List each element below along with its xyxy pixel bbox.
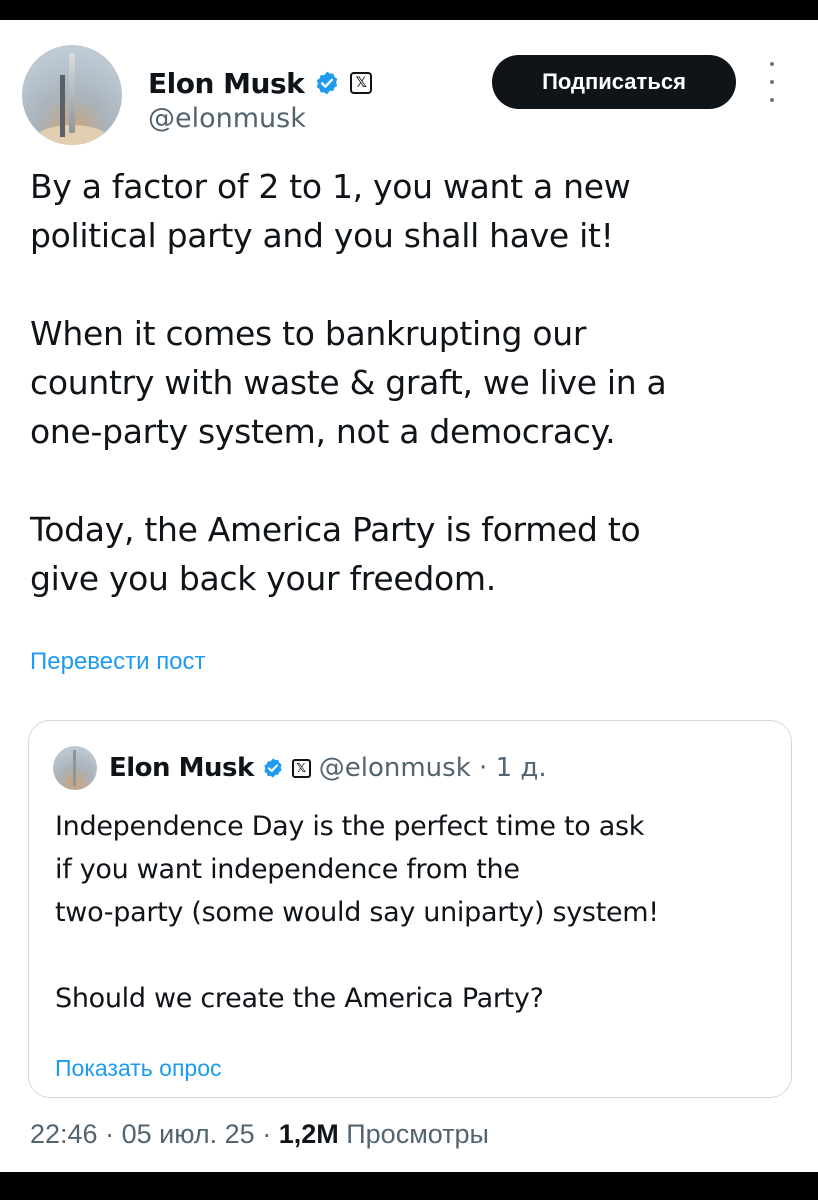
tweet-paragraph: Today, the America Party is formed to gi… xyxy=(30,510,641,598)
meta-separator: · xyxy=(479,753,488,783)
quoted-author-handle: @elonmusk · 1 д. xyxy=(319,753,547,783)
avatar-tower xyxy=(60,75,65,137)
views-count: 1,2M xyxy=(278,1119,339,1149)
quoted-handle-text: @elonmusk xyxy=(318,753,471,783)
translate-post-link[interactable]: Перевести пост xyxy=(30,648,206,676)
quoted-tweet-header: Elon Musk 𝕏 @elonmusk · 1 д. xyxy=(53,746,547,790)
author-name-row: Elon Musk 𝕏 xyxy=(148,65,373,101)
x-affiliate-badge-icon: 𝕏 xyxy=(291,758,311,778)
verified-badge-icon[interactable] xyxy=(314,70,340,96)
author-avatar[interactable] xyxy=(22,45,122,145)
author-name[interactable]: Elon Musk xyxy=(148,67,305,100)
show-poll-link[interactable]: Показать опрос xyxy=(55,1055,222,1082)
quoted-author-avatar[interactable] xyxy=(53,746,97,790)
quoted-tweet[interactable]: Elon Musk 𝕏 @elonmusk · 1 д. Independenc… xyxy=(28,720,792,1098)
quoted-author-name[interactable]: Elon Musk xyxy=(109,753,254,783)
views-label: Просмотры xyxy=(346,1119,489,1149)
more-dot xyxy=(770,62,774,66)
quoted-paragraph: Independence Day is the perfect time to … xyxy=(55,811,659,928)
more-dot xyxy=(770,80,774,84)
quoted-paragraph: Should we create the America Party? xyxy=(55,983,544,1014)
x-affiliate-badge-icon[interactable]: 𝕏 xyxy=(350,72,373,94)
quoted-tweet-text: Independence Day is the perfect time to … xyxy=(55,805,775,1020)
verified-badge-icon xyxy=(264,758,282,778)
quoted-time: 1 д. xyxy=(495,753,547,783)
subscribe-button[interactable]: Подписаться xyxy=(492,55,736,109)
meta-separator: · xyxy=(262,1119,272,1149)
top-bar xyxy=(0,0,818,20)
tweet-meta: 22:46 · 05 июл. 25 · 1,2M Просмотры xyxy=(30,1119,489,1150)
post-date[interactable]: 05 июл. 25 xyxy=(122,1119,255,1149)
post-time[interactable]: 22:46 xyxy=(30,1119,98,1149)
tweet-view: Elon Musk 𝕏 @elonmusk Подписаться By a f… xyxy=(0,20,818,1172)
author-handle[interactable]: @elonmusk xyxy=(148,103,306,134)
tweet-paragraph: When it comes to bankrupting our country… xyxy=(30,314,667,451)
bottom-bar xyxy=(0,1172,818,1200)
avatar-rocket xyxy=(69,53,75,133)
avatar-rocket xyxy=(73,750,76,786)
more-vertical-icon[interactable] xyxy=(766,62,778,102)
meta-separator: · xyxy=(105,1119,115,1149)
tweet-text: By a factor of 2 to 1, you want a new po… xyxy=(30,162,800,603)
tweet-paragraph: By a factor of 2 to 1, you want a new po… xyxy=(30,167,631,255)
more-dot xyxy=(770,98,774,102)
